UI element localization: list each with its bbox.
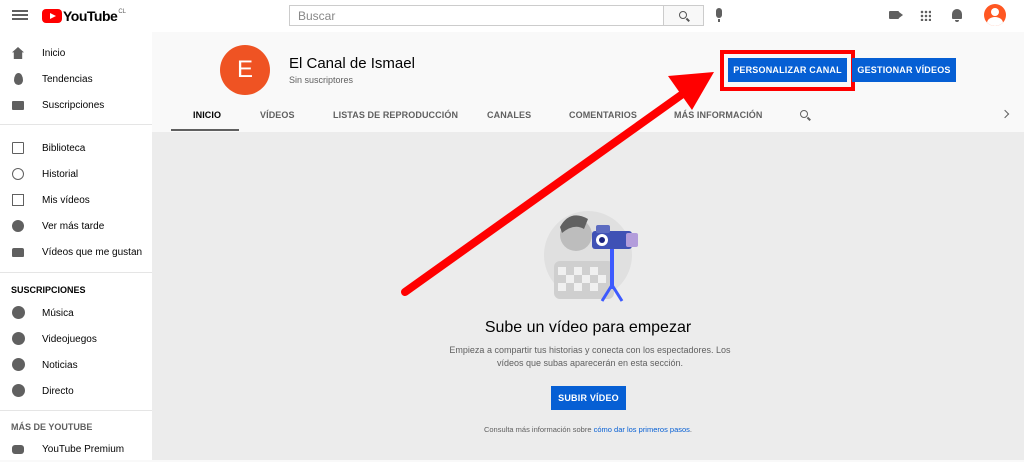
liked-icon xyxy=(12,248,24,257)
account-avatar[interactable] xyxy=(984,4,1006,26)
tab-videos[interactable]: VÍDEOS xyxy=(260,110,295,120)
tab-listas[interactable]: LISTAS DE REPRODUCCIÓN xyxy=(333,110,458,120)
sidebar-item-videojuegos[interactable]: Videojuegos xyxy=(0,326,152,352)
sidebar-item-label: Noticias xyxy=(42,360,78,371)
tab-mas-informacion[interactable]: MÁS INFORMACIÓN xyxy=(674,110,763,120)
sidebar-item-videos-que-me-gustan[interactable]: Vídeos que me gustan xyxy=(0,239,152,265)
microphone-icon[interactable] xyxy=(716,8,722,22)
help-prefix: Consulta más información sobre xyxy=(483,425,592,434)
sidebar-item-label: Tendencias xyxy=(42,74,93,85)
more-from-youtube-heading: MÁS DE YOUTUBE xyxy=(11,422,93,432)
sidebar-item-label: Historial xyxy=(42,169,79,180)
history-icon xyxy=(12,168,24,180)
sidebar-item-label: Directo xyxy=(42,386,74,397)
live-icon xyxy=(12,384,25,397)
youtube-logo[interactable]: YouTube CL xyxy=(42,8,126,24)
chevron-right-icon[interactable] xyxy=(1000,109,1010,119)
home-icon xyxy=(12,47,24,59)
tab-comentarios[interactable]: COMENTARIOS xyxy=(569,110,637,120)
create-video-icon[interactable] xyxy=(889,11,903,19)
top-bar: YouTube CL Buscar xyxy=(0,0,1024,32)
logo-country: CL xyxy=(118,9,126,15)
sidebar-divider xyxy=(0,124,152,125)
sidebar-item-directo[interactable]: Directo xyxy=(0,378,152,404)
help-suffix: . xyxy=(689,425,693,434)
my-videos-icon xyxy=(12,194,24,206)
sidebar-item-musica[interactable]: Música xyxy=(0,300,152,326)
subscriptions-heading: SUSCRIPCIONES xyxy=(11,285,86,295)
youtube-play-icon xyxy=(42,9,62,23)
sidebar-item-tendencias[interactable]: Tendencias xyxy=(0,66,152,92)
empty-state-description: Empieza a compartir tus historias y cone… xyxy=(449,345,731,368)
sidebar-item-label: Mis vídeos xyxy=(42,195,90,206)
sidebar-item-label: Inicio xyxy=(42,48,66,59)
sidebar-item-label: Música xyxy=(42,308,74,319)
video-camera-illustration xyxy=(544,211,638,302)
channel-search-icon[interactable] xyxy=(800,110,808,118)
hamburger-menu-icon[interactable] xyxy=(12,8,28,24)
getting-started-link[interactable]: cómo dar los primeros pasos xyxy=(594,425,690,434)
sidebar-item-label: Suscripciones xyxy=(42,100,105,111)
search-input[interactable]: Buscar xyxy=(289,5,664,26)
sidebar-item-label: Ver más tarde xyxy=(42,221,105,232)
sidebar-item-label: Vídeos que me gustan xyxy=(42,247,143,258)
sidebar-item-label: YouTube Premium xyxy=(42,444,125,455)
gaming-icon xyxy=(12,332,25,345)
subscriber-count: Sin suscriptores xyxy=(289,75,354,85)
sidebar-item-mis-videos[interactable]: Mis vídeos xyxy=(0,187,152,213)
customize-channel-button[interactable]: PERSONALIZAR CANAL xyxy=(728,58,847,82)
sidebar-item-noticias[interactable]: Noticias xyxy=(0,352,152,378)
tab-canales[interactable]: CANALES xyxy=(487,110,531,120)
empty-state-title: Sube un vídeo para empezar xyxy=(484,319,692,336)
tab-inicio[interactable]: INICIO xyxy=(193,110,221,120)
manage-videos-button[interactable]: GESTIONAR VÍDEOS xyxy=(852,58,956,82)
sidebar: Inicio Tendencias Suscripciones Bibliote… xyxy=(0,32,152,460)
sidebar-item-label: Biblioteca xyxy=(42,143,86,154)
library-icon xyxy=(12,142,24,154)
youtube-premium-icon xyxy=(12,445,24,454)
logo-text: YouTube xyxy=(63,8,118,24)
notifications-bell-icon[interactable] xyxy=(952,9,962,22)
search-icon xyxy=(679,11,687,19)
music-icon xyxy=(12,306,25,319)
active-tab-indicator xyxy=(171,129,239,131)
watch-later-icon xyxy=(12,220,24,232)
sidebar-item-historial[interactable]: Historial xyxy=(0,161,152,187)
sidebar-item-ver-mas-tarde[interactable]: Ver más tarde xyxy=(0,213,152,239)
sidebar-item-biblioteca[interactable]: Biblioteca xyxy=(0,135,152,161)
search-button[interactable] xyxy=(664,5,704,26)
channel-avatar: E xyxy=(220,45,270,95)
sidebar-divider xyxy=(0,410,152,411)
sidebar-item-youtube-premium[interactable]: YouTube Premium xyxy=(0,436,152,462)
trending-icon xyxy=(14,73,23,85)
sidebar-divider xyxy=(0,272,152,273)
channel-name: El Canal de Ismael xyxy=(289,55,415,72)
news-icon xyxy=(12,358,25,371)
sidebar-item-suscripciones[interactable]: Suscripciones xyxy=(0,92,152,118)
apps-grid-icon[interactable] xyxy=(920,10,931,21)
sidebar-item-inicio[interactable]: Inicio xyxy=(0,40,152,66)
upload-video-button[interactable]: SUBIR VÍDEO xyxy=(551,386,626,410)
sidebar-item-label: Videojuegos xyxy=(42,334,97,345)
help-text: Consulta más información sobre cómo dar … xyxy=(152,425,1024,434)
subscriptions-icon xyxy=(12,101,24,110)
